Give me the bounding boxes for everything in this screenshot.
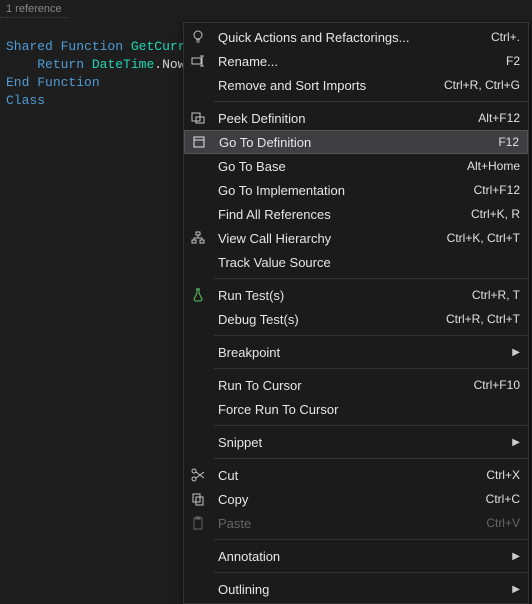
menu-quick-actions[interactable]: Quick Actions and Refactorings... Ctrl+. xyxy=(184,25,528,49)
menu-label: Outlining xyxy=(212,582,508,597)
menu-label: Go To Definition xyxy=(213,135,486,150)
menu-view-call-hierarchy[interactable]: View Call Hierarchy Ctrl+K, Ctrl+T xyxy=(184,226,528,250)
menu-label: Go To Base xyxy=(212,159,455,174)
chevron-right-icon: ▶ xyxy=(508,347,520,358)
menu-separator xyxy=(214,539,528,540)
menu-label: Quick Actions and Refactorings... xyxy=(212,30,479,45)
menu-shortcut: Alt+Home xyxy=(455,159,520,173)
menu-separator xyxy=(214,572,528,573)
menu-label: Cut xyxy=(212,468,474,483)
flask-icon xyxy=(184,287,212,303)
menu-shortcut: Ctrl+. xyxy=(479,30,520,44)
keyword: Return xyxy=(37,57,84,72)
menu-shortcut: Ctrl+F10 xyxy=(462,378,520,392)
menu-shortcut: Ctrl+R, Ctrl+T xyxy=(434,312,520,326)
menu-debug-tests[interactable]: Debug Test(s) Ctrl+R, Ctrl+T xyxy=(184,307,528,331)
keyword: Function xyxy=(37,75,99,90)
menu-copy[interactable]: Copy Ctrl+C xyxy=(184,487,528,511)
menu-label: Remove and Sort Imports xyxy=(212,78,432,93)
menu-shortcut: Ctrl+K, Ctrl+T xyxy=(435,231,520,245)
paste-icon xyxy=(184,515,212,531)
goto-definition-icon xyxy=(185,134,213,150)
chevron-right-icon: ▶ xyxy=(508,584,520,595)
menu-separator xyxy=(214,425,528,426)
keyword: Class xyxy=(6,93,45,108)
keyword: Function xyxy=(61,39,123,54)
menu-label: Track Value Source xyxy=(212,255,508,270)
menu-annotation[interactable]: Annotation ▶ xyxy=(184,544,528,568)
menu-label: Paste xyxy=(212,516,474,531)
keyword: End xyxy=(6,75,29,90)
codelens-references[interactable]: 1 reference xyxy=(0,1,68,18)
hierarchy-icon xyxy=(184,230,212,246)
menu-label: Go To Implementation xyxy=(212,183,462,198)
type-name: DateTime xyxy=(92,57,154,72)
menu-shortcut: Ctrl+V xyxy=(474,516,520,530)
menu-label: Rename... xyxy=(212,54,494,69)
menu-label: Copy xyxy=(212,492,474,507)
menu-separator xyxy=(214,458,528,459)
menu-goto-implementation[interactable]: Go To Implementation Ctrl+F12 xyxy=(184,178,528,202)
menu-label: Snippet xyxy=(212,435,508,450)
menu-label: View Call Hierarchy xyxy=(212,231,435,246)
menu-run-tests[interactable]: Run Test(s) Ctrl+R, T xyxy=(184,283,528,307)
menu-separator xyxy=(214,368,528,369)
menu-shortcut: Ctrl+C xyxy=(474,492,520,506)
chevron-right-icon: ▶ xyxy=(508,551,520,562)
menu-cut[interactable]: Cut Ctrl+X xyxy=(184,463,528,487)
chevron-right-icon: ▶ xyxy=(508,437,520,448)
menu-separator xyxy=(214,101,528,102)
peek-icon xyxy=(184,110,212,126)
menu-label: Find All References xyxy=(212,207,459,222)
menu-separator xyxy=(214,278,528,279)
menu-shortcut: Ctrl+F12 xyxy=(462,183,520,197)
menu-separator xyxy=(214,335,528,336)
menu-track-value-source[interactable]: Track Value Source xyxy=(184,250,528,274)
lightbulb-icon xyxy=(184,29,212,45)
rename-icon xyxy=(184,53,212,69)
keyword: Shared xyxy=(6,39,53,54)
menu-paste: Paste Ctrl+V xyxy=(184,511,528,535)
menu-breakpoint[interactable]: Breakpoint ▶ xyxy=(184,340,528,364)
menu-find-all-references[interactable]: Find All References Ctrl+K, R xyxy=(184,202,528,226)
menu-label: Debug Test(s) xyxy=(212,312,434,327)
menu-shortcut: F12 xyxy=(486,135,519,149)
function-name: GetCurr xyxy=(131,39,186,54)
menu-force-run-to-cursor[interactable]: Force Run To Cursor xyxy=(184,397,528,421)
menu-shortcut: Ctrl+R, Ctrl+G xyxy=(432,78,520,92)
copy-icon xyxy=(184,491,212,507)
menu-label: Force Run To Cursor xyxy=(212,402,508,417)
menu-goto-base[interactable]: Go To Base Alt+Home xyxy=(184,154,528,178)
menu-shortcut: Ctrl+X xyxy=(474,468,520,482)
menu-remove-sort-imports[interactable]: Remove and Sort Imports Ctrl+R, Ctrl+G xyxy=(184,73,528,97)
menu-label: Run Test(s) xyxy=(212,288,460,303)
menu-shortcut: Ctrl+R, T xyxy=(460,288,520,302)
context-menu: Quick Actions and Refactorings... Ctrl+.… xyxy=(183,22,529,604)
menu-outlining[interactable]: Outlining ▶ xyxy=(184,577,528,601)
menu-shortcut: Alt+F12 xyxy=(466,111,520,125)
menu-shortcut: F2 xyxy=(494,54,520,68)
menu-label: Run To Cursor xyxy=(212,378,462,393)
scissors-icon xyxy=(184,467,212,483)
menu-peek-definition[interactable]: Peek Definition Alt+F12 xyxy=(184,106,528,130)
menu-rename[interactable]: Rename... F2 xyxy=(184,49,528,73)
menu-label: Breakpoint xyxy=(212,345,508,360)
menu-label: Peek Definition xyxy=(212,111,466,126)
menu-label: Annotation xyxy=(212,549,508,564)
menu-snippet[interactable]: Snippet ▶ xyxy=(184,430,528,454)
menu-goto-definition[interactable]: Go To Definition F12 xyxy=(184,130,528,154)
menu-run-to-cursor[interactable]: Run To Cursor Ctrl+F10 xyxy=(184,373,528,397)
menu-shortcut: Ctrl+K, R xyxy=(459,207,520,221)
